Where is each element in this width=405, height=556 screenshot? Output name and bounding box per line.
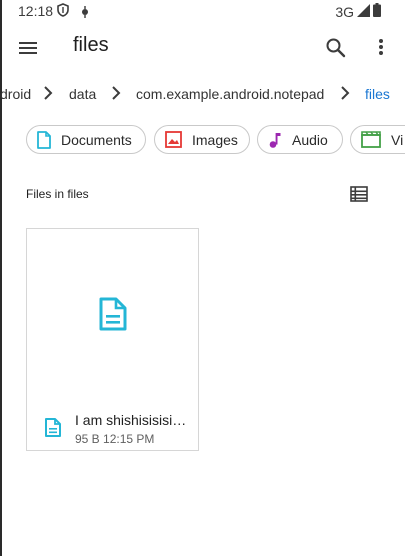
status-time: 12:18 xyxy=(18,3,54,19)
breadcrumb-item-notepad[interactable]: com.example.android.notepad xyxy=(136,86,324,102)
chip-label: Images xyxy=(192,131,238,148)
chevron-right-icon xyxy=(43,85,53,101)
battery-icon xyxy=(373,3,381,20)
file-meta: 95 B 12:15 PM xyxy=(75,432,155,446)
screen: 12:18 3G files droid data com.example.an… xyxy=(0,0,405,556)
menu-button[interactable] xyxy=(18,38,40,58)
text-file-icon xyxy=(45,418,61,437)
more-options-button[interactable] xyxy=(372,36,390,60)
breadcrumb-item-files[interactable]: files xyxy=(365,86,390,102)
document-icon xyxy=(37,130,51,149)
breadcrumb-item-droid[interactable]: droid xyxy=(0,86,31,102)
chip-label: Vi xyxy=(391,131,404,148)
network-type: 3G xyxy=(335,3,354,20)
chip-label: Audio xyxy=(292,131,328,148)
search-icon xyxy=(326,38,346,58)
section-title: Files in files xyxy=(26,187,89,201)
file-name: I am shishisisisi… xyxy=(75,412,187,428)
search-button[interactable] xyxy=(324,36,348,60)
breadcrumb: droid data com.example.android.notepad f… xyxy=(0,82,405,106)
chip-audio[interactable]: Audio xyxy=(257,125,343,154)
image-icon xyxy=(165,131,182,148)
chip-label: Documents xyxy=(61,131,132,148)
video-icon xyxy=(361,131,381,148)
menu-icon xyxy=(19,42,37,54)
text-file-icon xyxy=(99,297,127,331)
list-view-toggle-button[interactable] xyxy=(350,186,368,202)
status-right-group: 3G xyxy=(335,3,381,20)
signal-icon xyxy=(357,3,370,20)
chevron-right-icon xyxy=(111,85,121,101)
chevron-right-icon xyxy=(340,85,350,101)
chip-documents[interactable]: Documents xyxy=(26,125,146,154)
page-title: files xyxy=(73,34,109,56)
list-view-icon xyxy=(350,186,368,202)
breadcrumb-item-data[interactable]: data xyxy=(69,86,96,102)
file-card[interactable]: I am shishisisisi… 95 B 12:15 PM xyxy=(26,228,199,451)
chip-video[interactable]: Vi xyxy=(350,125,405,154)
more-vert-icon xyxy=(379,39,383,55)
notification-icon xyxy=(80,5,90,21)
audio-icon xyxy=(269,132,281,148)
shield-icon xyxy=(57,3,69,20)
status-bar: 12:18 3G xyxy=(0,0,405,24)
chip-images[interactable]: Images xyxy=(154,125,250,154)
filter-chips: Documents Images Audio Vi xyxy=(0,125,405,157)
app-bar: files xyxy=(0,24,405,72)
